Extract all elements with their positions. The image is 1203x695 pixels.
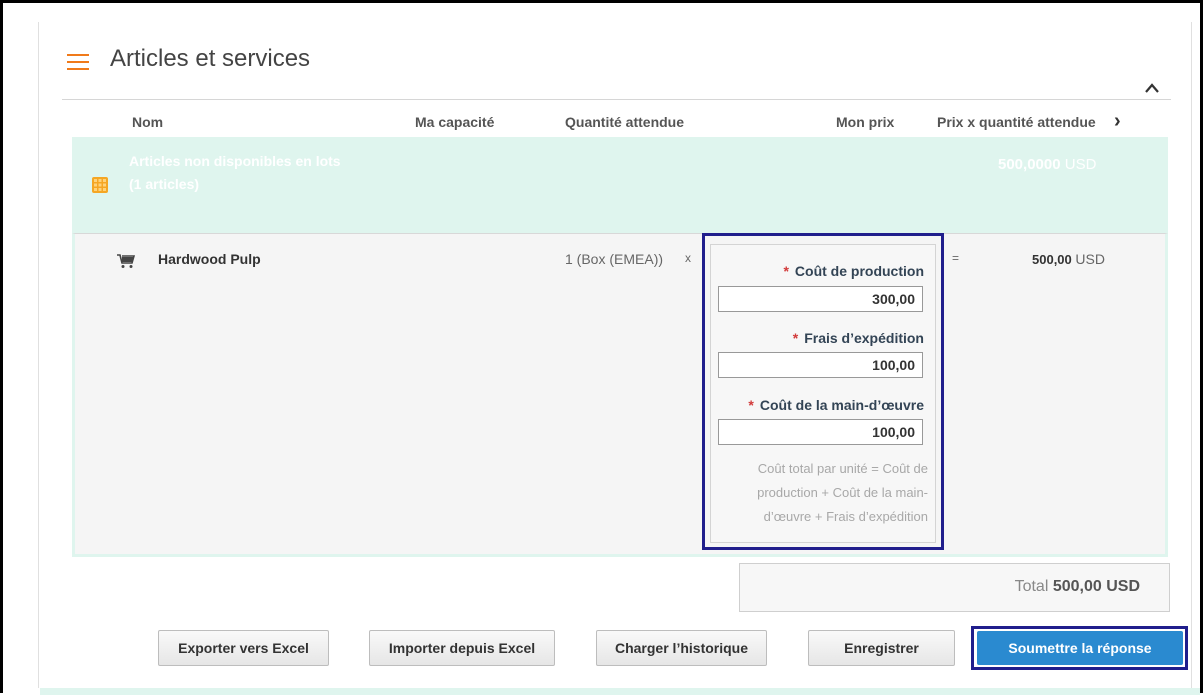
unit-cost-formula: Coût total par unité = Coût de productio…	[716, 457, 928, 529]
list-icon	[67, 53, 89, 71]
item-expected-qty: 1 (Box (EMEA))	[565, 251, 664, 267]
bottom-strip	[40, 688, 1200, 695]
labor-cost-input[interactable]: 100,00	[718, 419, 923, 445]
column-header-my-price[interactable]: Mon prix	[836, 114, 894, 130]
production-cost-label: * Coût de production	[783, 263, 924, 279]
production-cost-input[interactable]: 300,00	[718, 286, 923, 312]
item-name[interactable]: Hardwood Pulp	[158, 251, 261, 267]
production-cost-label-text: Coût de production	[794, 263, 924, 279]
times-sign: x	[685, 251, 691, 265]
required-marker: *	[748, 397, 754, 413]
formula-line-1: Coût total par unité = Coût de	[757, 461, 928, 476]
load-history-button[interactable]: Charger l’historique	[596, 630, 767, 666]
chevron-up-icon[interactable]	[1144, 82, 1160, 94]
required-marker: *	[783, 263, 789, 279]
section-title: Articles et services	[110, 45, 311, 72]
formula-line-2: production + Coût de la main-	[757, 485, 928, 500]
shipping-cost-label-text: Frais d’expédition	[804, 330, 924, 346]
column-header-expected-qty[interactable]: Quantité attendue	[565, 114, 684, 130]
group-title: Articles non disponibles en lots	[129, 153, 341, 169]
labor-cost-label: * Coût de la main-d’œuvre	[748, 397, 924, 413]
item-row	[72, 233, 1168, 557]
cart-icon	[117, 254, 135, 268]
grid-icon	[92, 177, 108, 193]
column-header-capacity[interactable]: Ma capacité	[415, 114, 494, 130]
group-total: 500,0000 USD	[998, 156, 1096, 173]
labor-cost-label-text: Coût de la main-d’œuvre	[759, 397, 924, 413]
group-total-value: 500,0000	[998, 156, 1061, 173]
import-excel-button[interactable]: Importer depuis Excel	[369, 630, 555, 666]
save-button[interactable]: Enregistrer	[808, 630, 955, 666]
item-total-currency: USD	[1075, 251, 1105, 267]
chevron-right-icon[interactable]: ›	[1114, 110, 1121, 133]
item-extended-price: 500,00 USD	[1032, 251, 1105, 267]
column-header-extended-price[interactable]: Prix x quantité attendue	[937, 114, 1096, 130]
item-total-value: 500,00	[1032, 252, 1072, 267]
shipping-cost-input[interactable]: 100,00	[718, 352, 923, 378]
column-header-name[interactable]: Nom	[132, 114, 163, 130]
grand-total-label: Total	[1014, 578, 1049, 595]
grand-total: Total 500,00 USD	[1015, 578, 1140, 596]
export-excel-button[interactable]: Exporter vers Excel	[158, 630, 329, 666]
required-marker: *	[792, 330, 799, 346]
group-count: (1 articles)	[129, 176, 200, 192]
group-row	[72, 137, 1168, 233]
submit-response-button[interactable]: Soumettre la réponse	[977, 631, 1183, 665]
title-divider	[62, 99, 1171, 100]
grand-total-value: 500,00 USD	[1052, 578, 1140, 595]
shipping-cost-label: * Frais d’expédition	[793, 330, 924, 346]
formula-line-3: d’œuvre + Frais d’expédition	[763, 509, 928, 524]
group-total-currency: USD	[1064, 156, 1097, 173]
equals-sign: =	[952, 251, 960, 265]
